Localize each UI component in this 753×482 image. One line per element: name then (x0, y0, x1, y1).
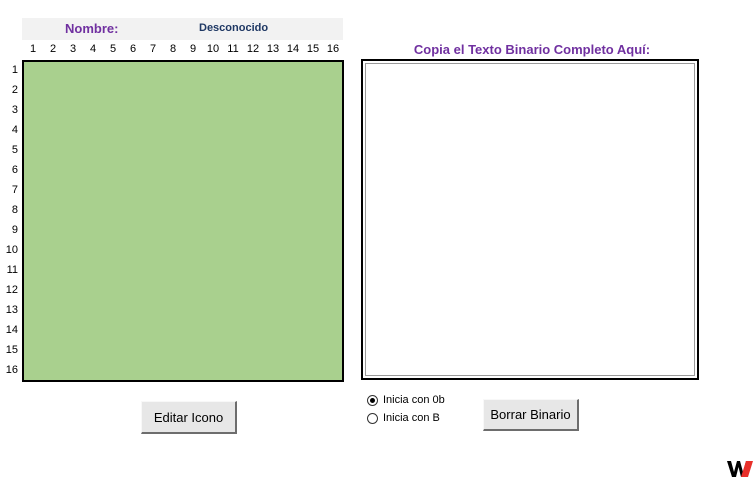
row-header: 13 (5, 304, 18, 316)
row-header: 14 (5, 324, 18, 336)
binary-textbox-frame (361, 59, 699, 380)
row-header: 2 (11, 84, 18, 96)
row-header: 1 (11, 64, 18, 76)
binary-textbox[interactable] (365, 63, 695, 376)
row-header: 16 (5, 364, 18, 376)
column-header: 16 (326, 43, 340, 55)
row-header: 5 (11, 144, 18, 156)
row-header: 12 (5, 284, 18, 296)
radio-button-0b[interactable] (367, 394, 378, 406)
name-label: Nombre: (65, 21, 119, 36)
row-header: 7 (11, 184, 18, 196)
column-header: 15 (306, 43, 320, 55)
row-header: 10 (5, 244, 18, 256)
binary-title: Copia el Texto Binario Completo Aquí: (413, 42, 651, 57)
row-header: 4 (11, 124, 18, 136)
radio-option-b[interactable]: Inicia con B (367, 412, 440, 424)
icon-grid[interactable] (22, 60, 344, 382)
row-header: 3 (11, 104, 18, 116)
row-header: 8 (11, 204, 18, 216)
edit-icon-button[interactable]: Editar Icono (141, 401, 237, 434)
column-header: 1 (29, 43, 37, 55)
column-header: 14 (286, 43, 300, 55)
row-header: 15 (5, 344, 18, 356)
radio-label-b: Inicia con B (383, 412, 440, 424)
column-header: 11 (227, 43, 239, 55)
radio-option-0b[interactable]: Inicia con 0b (367, 394, 445, 406)
w-logo-icon (727, 461, 753, 477)
column-header: 3 (69, 43, 77, 55)
column-header: 4 (89, 43, 97, 55)
radio-button-b[interactable] (367, 412, 378, 424)
column-header: 8 (169, 43, 177, 55)
column-header: 5 (109, 43, 117, 55)
name-value[interactable]: Desconocido (199, 22, 268, 34)
column-header: 9 (189, 43, 197, 55)
row-header: 9 (11, 224, 18, 236)
row-header: 6 (11, 164, 18, 176)
radio-label-0b: Inicia con 0b (383, 394, 445, 406)
column-header: 13 (266, 43, 280, 55)
clear-binary-button[interactable]: Borrar Binario (483, 399, 579, 431)
column-header: 12 (246, 43, 260, 55)
column-header: 10 (206, 43, 220, 55)
row-header: 11 (6, 264, 18, 276)
column-header: 6 (129, 43, 137, 55)
column-header: 7 (149, 43, 157, 55)
column-header: 2 (49, 43, 57, 55)
